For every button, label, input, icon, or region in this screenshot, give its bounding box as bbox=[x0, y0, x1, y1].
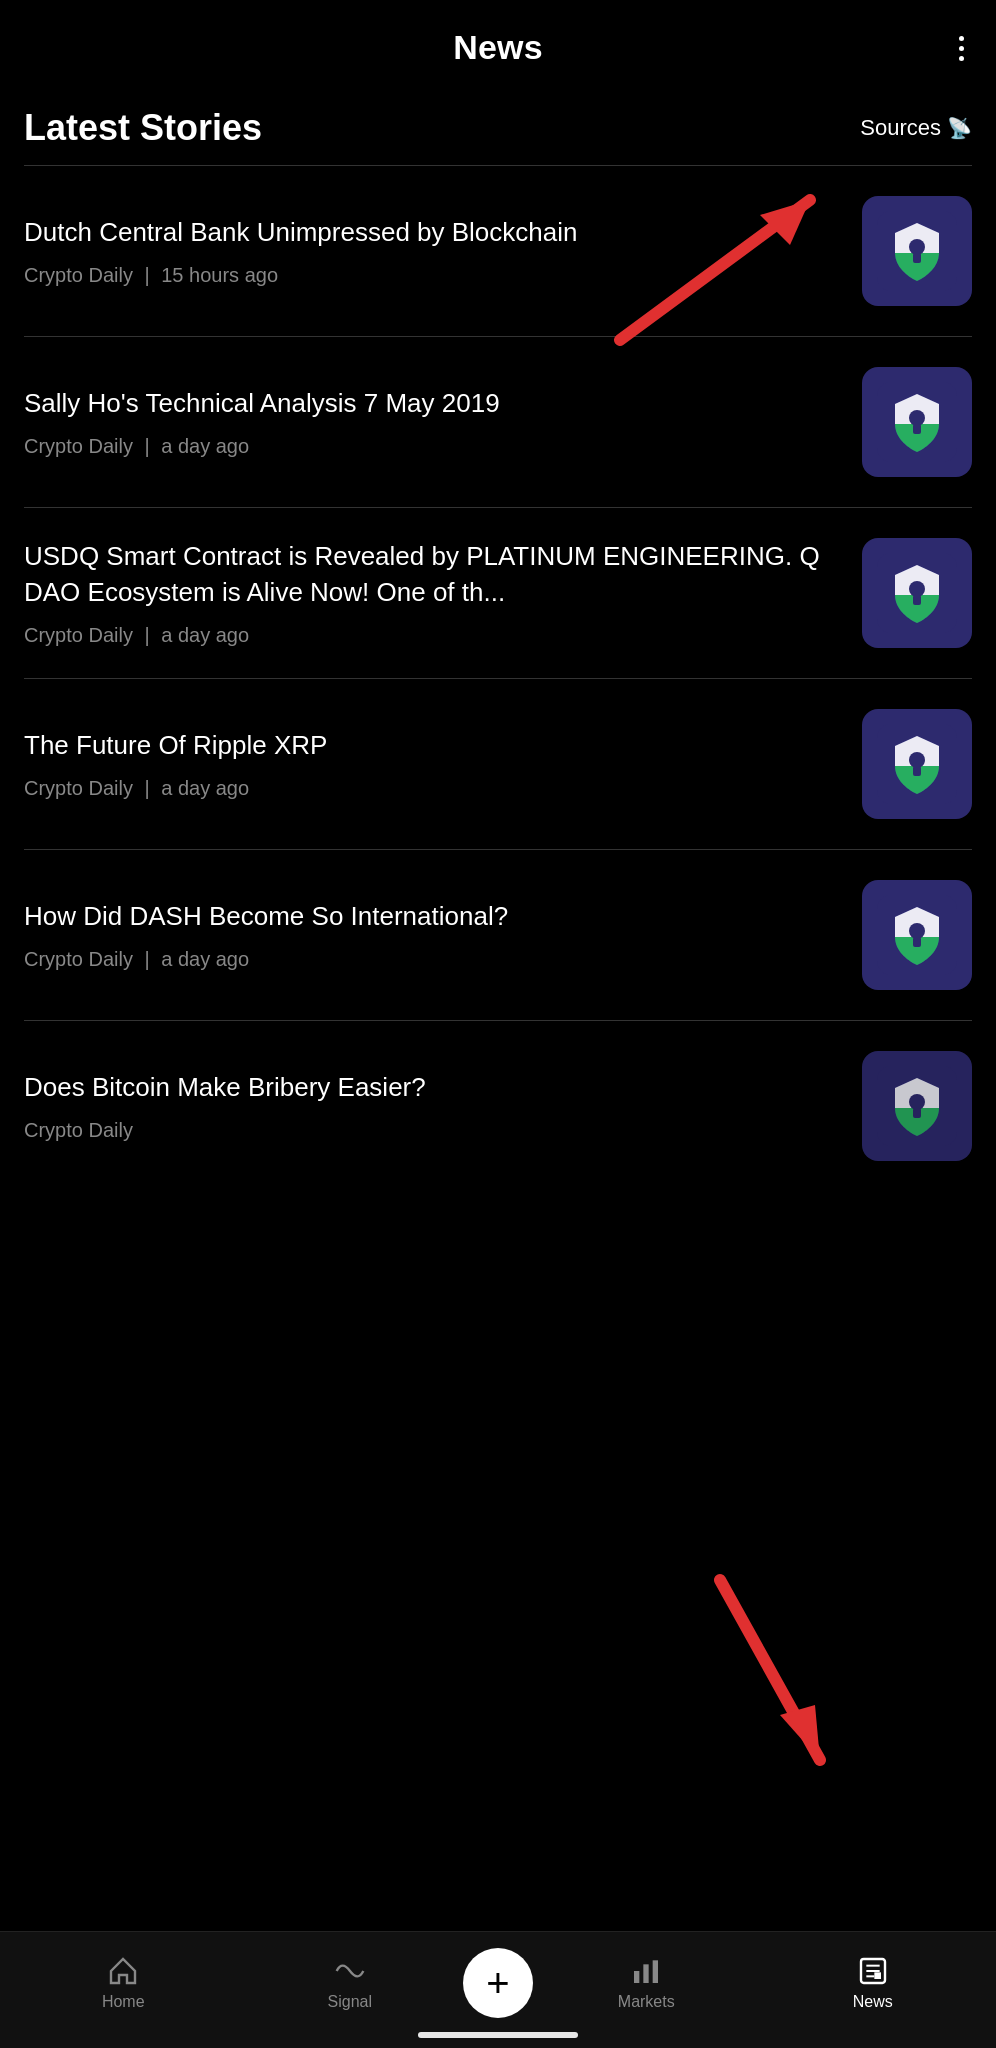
add-button[interactable]: + bbox=[463, 1948, 533, 2018]
news-item[interactable]: Sally Ho's Technical Analysis 7 May 2019… bbox=[0, 337, 996, 507]
home-icon bbox=[107, 1955, 139, 1987]
news-source: Crypto Daily bbox=[24, 264, 133, 286]
news-content: How Did DASH Become So International? Cr… bbox=[24, 899, 842, 971]
news-item[interactable]: USDQ Smart Contract is Revealed by PLATI… bbox=[0, 508, 996, 678]
dot3 bbox=[959, 56, 964, 61]
signal-label: Signal bbox=[328, 1993, 372, 2011]
news-item[interactable]: How Did DASH Become So International? Cr… bbox=[0, 850, 996, 1020]
svg-rect-7 bbox=[913, 424, 921, 434]
svg-rect-29 bbox=[644, 1964, 649, 1983]
news-thumbnail bbox=[862, 538, 972, 648]
svg-rect-35 bbox=[874, 1972, 881, 1979]
svg-rect-30 bbox=[653, 1960, 658, 1983]
news-item[interactable]: Does Bitcoin Make Bribery Easier? Crypto… bbox=[0, 1021, 996, 1221]
news-time: a day ago bbox=[161, 624, 249, 646]
sources-button[interactable]: Sources 📡 bbox=[860, 115, 972, 141]
more-options-button[interactable] bbox=[951, 28, 972, 69]
svg-line-26 bbox=[720, 1580, 820, 1760]
svg-rect-28 bbox=[634, 1971, 639, 1983]
news-meta: Crypto Daily | a day ago bbox=[24, 948, 842, 971]
svg-point-14 bbox=[909, 752, 925, 768]
svg-rect-11 bbox=[913, 595, 921, 605]
news-thumbnail bbox=[862, 709, 972, 819]
sources-label: Sources bbox=[860, 115, 941, 141]
dot2 bbox=[959, 46, 964, 51]
news-source: Crypto Daily bbox=[24, 1119, 133, 1141]
news-content: The Future Of Ripple XRP Crypto Daily | … bbox=[24, 728, 842, 800]
news-title: USDQ Smart Contract is Revealed by PLATI… bbox=[24, 539, 842, 609]
crypto-daily-logo bbox=[877, 895, 957, 975]
crypto-daily-logo bbox=[877, 211, 957, 291]
news-meta: Crypto Daily | a day ago bbox=[24, 435, 842, 458]
news-meta: Crypto Daily | 15 hours ago bbox=[24, 264, 842, 287]
home-label: Home bbox=[102, 1993, 145, 2011]
nav-markets[interactable]: Markets bbox=[533, 1955, 760, 2011]
news-thumbnail bbox=[862, 1051, 972, 1161]
news-content: Does Bitcoin Make Bribery Easier? Crypto… bbox=[24, 1070, 842, 1142]
svg-rect-3 bbox=[913, 253, 921, 263]
nav-news[interactable]: News bbox=[760, 1955, 987, 2011]
home-indicator bbox=[418, 2032, 578, 2038]
svg-marker-27 bbox=[780, 1705, 820, 1760]
svg-rect-19 bbox=[913, 937, 921, 947]
svg-rect-23 bbox=[913, 1108, 921, 1118]
crypto-daily-logo bbox=[877, 382, 957, 462]
news-thumbnail bbox=[862, 367, 972, 477]
crypto-daily-logo bbox=[877, 553, 957, 633]
news-title: Dutch Central Bank Unimpressed by Blockc… bbox=[24, 215, 842, 250]
section-title: Latest Stories bbox=[24, 107, 262, 149]
crypto-daily-logo bbox=[877, 724, 957, 804]
news-title: Sally Ho's Technical Analysis 7 May 2019 bbox=[24, 386, 842, 421]
news-item[interactable]: Dutch Central Bank Unimpressed by Blockc… bbox=[0, 166, 996, 336]
news-source: Crypto Daily bbox=[24, 777, 133, 799]
svg-point-2 bbox=[909, 239, 925, 255]
rss-icon: 📡 bbox=[947, 116, 972, 140]
news-time: a day ago bbox=[161, 948, 249, 970]
markets-label: Markets bbox=[618, 1993, 675, 2011]
news-meta: Crypto Daily | a day ago bbox=[24, 777, 842, 800]
news-item[interactable]: The Future Of Ripple XRP Crypto Daily | … bbox=[0, 679, 996, 849]
section-header: Latest Stories Sources 📡 bbox=[0, 87, 996, 165]
news-time: a day ago bbox=[161, 435, 249, 457]
news-source: Crypto Daily bbox=[24, 948, 133, 970]
svg-point-6 bbox=[909, 410, 925, 426]
news-meta: Crypto Daily bbox=[24, 1119, 842, 1142]
news-source: Crypto Daily bbox=[24, 435, 133, 457]
news-title: How Did DASH Become So International? bbox=[24, 899, 842, 934]
nav-signal[interactable]: Signal bbox=[237, 1955, 464, 2011]
news-title: The Future Of Ripple XRP bbox=[24, 728, 842, 763]
news-content: USDQ Smart Contract is Revealed by PLATI… bbox=[24, 539, 842, 646]
news-time: a day ago bbox=[161, 777, 249, 799]
news-label: News bbox=[853, 1993, 893, 2011]
plus-icon: + bbox=[486, 1963, 509, 2003]
svg-rect-15 bbox=[913, 766, 921, 776]
news-meta: Crypto Daily | a day ago bbox=[24, 624, 842, 647]
nav-home[interactable]: Home bbox=[10, 1955, 237, 2011]
crypto-daily-logo bbox=[877, 1066, 957, 1146]
news-thumbnail bbox=[862, 880, 972, 990]
news-thumbnail bbox=[862, 196, 972, 306]
svg-point-22 bbox=[909, 1094, 925, 1110]
news-source: Crypto Daily bbox=[24, 624, 133, 646]
svg-point-18 bbox=[909, 923, 925, 939]
news-content: Sally Ho's Technical Analysis 7 May 2019… bbox=[24, 386, 842, 458]
dot1 bbox=[959, 36, 964, 41]
news-title: Does Bitcoin Make Bribery Easier? bbox=[24, 1070, 842, 1105]
news-content: Dutch Central Bank Unimpressed by Blockc… bbox=[24, 215, 842, 287]
markets-icon bbox=[630, 1955, 662, 1987]
bottom-navigation: Home Signal + Markets bbox=[0, 1931, 996, 2048]
news-time: 15 hours ago bbox=[161, 264, 278, 286]
news-icon bbox=[857, 1955, 889, 1987]
arrow-to-thumbnail bbox=[720, 1580, 820, 1760]
svg-point-10 bbox=[909, 581, 925, 597]
header: News bbox=[0, 0, 996, 87]
signal-icon bbox=[334, 1955, 366, 1987]
page-title: News bbox=[453, 28, 543, 67]
nav-add[interactable]: + bbox=[463, 1948, 533, 2018]
